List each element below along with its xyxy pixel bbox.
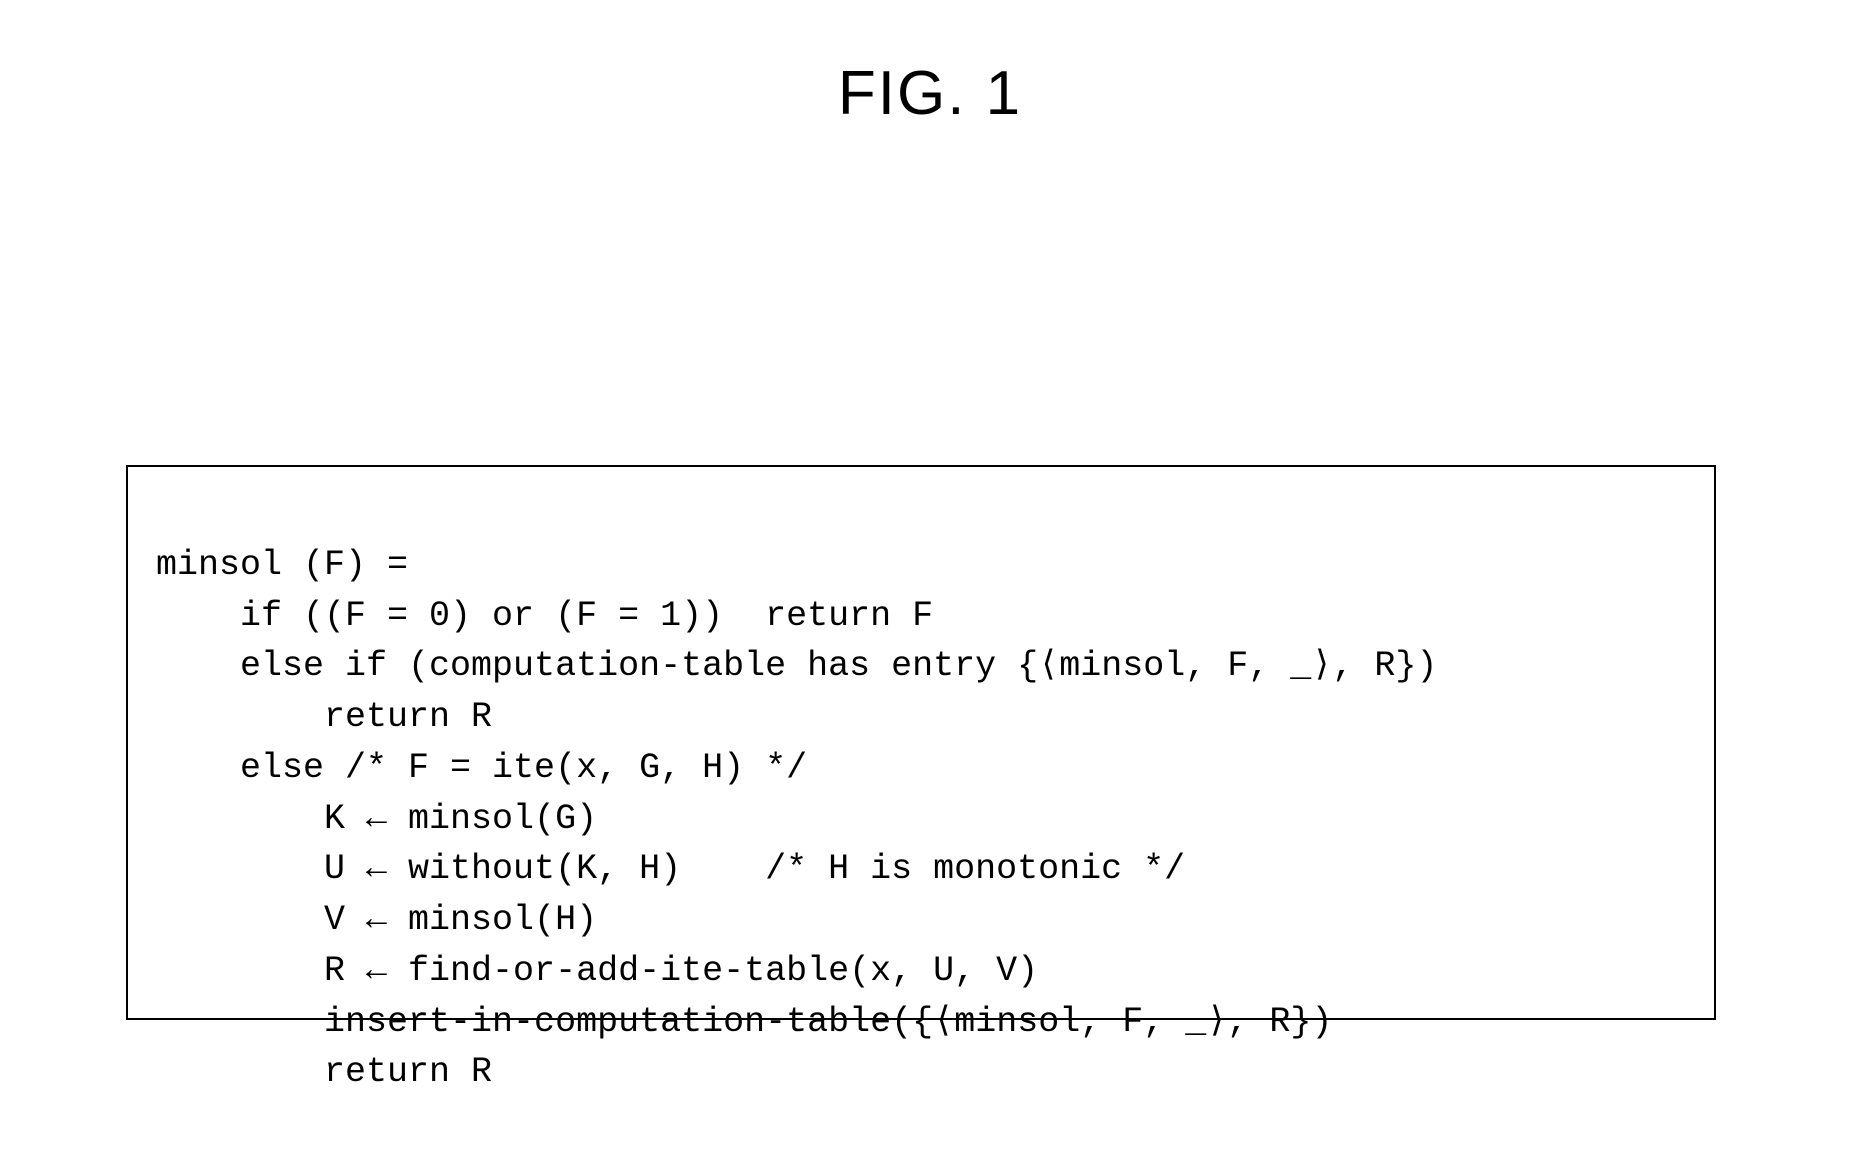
code-line: else if (computation-table has entry {⟨m… — [156, 646, 1437, 686]
code-line: K ← minsol(G) — [156, 799, 597, 839]
code-line: minsol (F) = — [156, 545, 408, 585]
page: FIG. 1 minsol (F) = if ((F = 0) or (F = … — [0, 0, 1860, 1172]
code-line: insert-in-computation-table({⟨minsol, F,… — [156, 1002, 1332, 1042]
code-line: return R — [156, 1052, 492, 1092]
code-line: if ((F = 0) or (F = 1)) return F — [156, 596, 933, 636]
code-line: V ← minsol(H) — [156, 900, 597, 940]
code-line: U ← without(K, H) /* H is monotonic */ — [156, 849, 1185, 889]
code-line: else /* F = ite(x, G, H) */ — [156, 748, 807, 788]
algorithm-code: minsol (F) = if ((F = 0) or (F = 1)) ret… — [156, 489, 1686, 1098]
algorithm-box: minsol (F) = if ((F = 0) or (F = 1)) ret… — [126, 465, 1716, 1020]
code-line: R ← find-or-add-ite-table(x, U, V) — [156, 951, 1038, 991]
code-line: return R — [156, 697, 492, 737]
figure-title: FIG. 1 — [838, 58, 1022, 129]
